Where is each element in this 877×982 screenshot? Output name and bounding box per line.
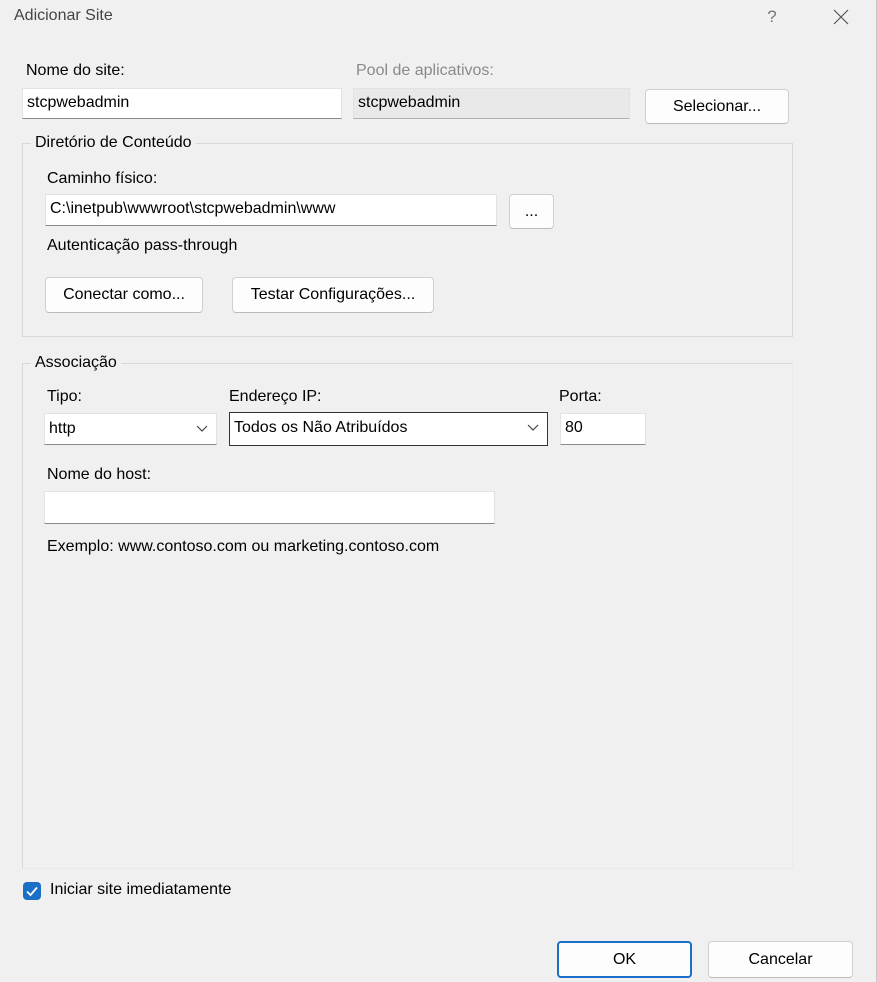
- window-title: Adicionar Site: [14, 7, 113, 24]
- site-name-label: Nome do site:: [26, 62, 125, 79]
- cancel-button[interactable]: Cancelar: [708, 941, 853, 978]
- add-site-dialog: Adicionar Site ? Nome do site: stcpwebad…: [0, 0, 877, 982]
- type-select[interactable]: http: [44, 413, 217, 445]
- test-settings-button[interactable]: Testar Configurações...: [232, 277, 434, 313]
- host-example-text: Exemplo: www.contoso.com ou marketing.co…: [47, 538, 440, 555]
- physical-path-label: Caminho físico:: [47, 170, 158, 187]
- start-site-label[interactable]: Iniciar site imediatamente: [50, 881, 231, 899]
- start-site-checkbox[interactable]: [23, 882, 41, 900]
- chevron-down-icon: [527, 424, 539, 431]
- ip-address-label: Endereço IP:: [229, 388, 322, 405]
- ip-address-select[interactable]: Todos os Não Atribuídos: [229, 412, 548, 446]
- port-label: Porta:: [559, 388, 602, 405]
- title-bar: Adicionar Site ?: [0, 0, 876, 36]
- select-pool-button[interactable]: Selecionar...: [645, 89, 789, 124]
- checkmark-icon: [26, 886, 38, 897]
- site-name-input[interactable]: stcpwebadmin: [22, 88, 342, 119]
- auth-mode-text: Autenticação pass-through: [47, 237, 238, 254]
- type-label: Tipo:: [47, 388, 82, 405]
- connect-as-button[interactable]: Conectar como...: [45, 277, 203, 313]
- close-button[interactable]: [826, 4, 856, 30]
- content-directory-title: Diretório de Conteúdo: [31, 134, 196, 152]
- app-pool-field: stcpwebadmin: [353, 88, 630, 119]
- host-name-label: Nome do host:: [47, 466, 152, 483]
- help-button[interactable]: ?: [760, 4, 784, 30]
- type-select-value: http: [49, 420, 76, 437]
- host-name-input[interactable]: [44, 491, 495, 524]
- binding-title: Associação: [31, 354, 121, 372]
- port-input[interactable]: 80: [560, 413, 646, 445]
- app-pool-label: Pool de aplicativos:: [356, 62, 494, 79]
- ok-button[interactable]: OK: [557, 941, 692, 978]
- browse-path-button[interactable]: ...: [509, 194, 554, 229]
- ip-address-select-value: Todos os Não Atribuídos: [234, 419, 408, 436]
- chevron-down-icon: [196, 425, 208, 432]
- physical-path-input[interactable]: C:\inetpub\wwwroot\stcpwebadmin\www: [45, 194, 497, 226]
- close-icon: [833, 9, 849, 25]
